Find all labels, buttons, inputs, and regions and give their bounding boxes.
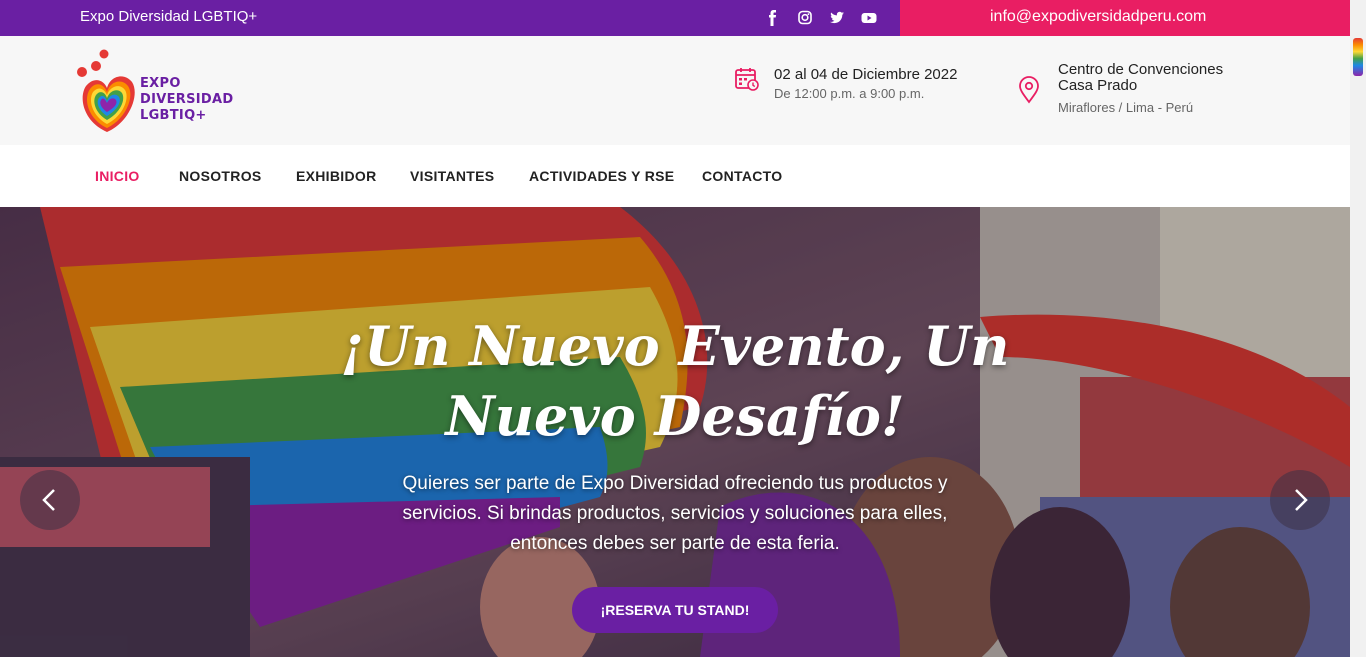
chevron-right-icon — [1295, 489, 1308, 511]
event-hours: De 12:00 p.m. a 9:00 p.m. — [774, 86, 925, 101]
top-bar: Expo Diversidad LGBTIQ+ info@expodiversi… — [0, 0, 1350, 36]
calendar-icon — [735, 68, 759, 91]
logo-line-diversidad: DIVERSIDAD — [140, 92, 234, 107]
nav-item-exhibidor[interactable]: EXHIBIDOR — [296, 168, 377, 184]
nav-item-actividades-rse[interactable]: ACTIVIDADES Y RSE — [529, 168, 674, 184]
logo-line-lgbtiq: LGBTIQ+ — [140, 108, 207, 123]
event-date-main: 02 al 04 de Diciembre 2022 — [774, 66, 958, 83]
reserve-stand-button[interactable]: ¡RESERVA TU STAND! — [572, 587, 778, 633]
youtube-icon[interactable] — [860, 10, 878, 26]
event-date-text: 02 al 04 de Diciembre 2022 De 12:00 p.m.… — [774, 66, 957, 101]
rainbow-heart-icon — [77, 49, 135, 132]
nav-item-inicio[interactable]: INICIO — [95, 168, 140, 184]
logo-line-expo: EXPO — [140, 76, 181, 91]
slider-next-button[interactable] — [1270, 470, 1330, 530]
nav-item-nosotros[interactable]: NOSOTROS — [179, 168, 262, 184]
contact-email-link[interactable]: info@expodiversidadperu.com — [990, 8, 1206, 26]
site-logo[interactable]: EXPO DIVERSIDAD LGBTIQ+ — [74, 48, 233, 138]
top-bar-brand: Expo Diversidad LGBTIQ+ — [80, 8, 258, 25]
event-date: 02 al 04 de Diciembre 2022 De 12:00 p.m.… — [734, 66, 957, 101]
page-scrollbar[interactable] — [1350, 0, 1366, 657]
event-city: Miraflores / Lima - Perú — [1058, 100, 1194, 115]
top-bar-left: Expo Diversidad LGBTIQ+ — [0, 0, 900, 36]
top-bar-right: info@expodiversidadperu.com — [900, 0, 1350, 36]
chevron-left-icon — [42, 489, 55, 511]
instagram-icon[interactable] — [796, 10, 814, 26]
hero-title: ¡Un Nuevo Evento, Un Nuevo Desafío! — [340, 314, 1010, 448]
logo-text: EXPO DIVERSIDAD LGBTIQ+ — [140, 76, 233, 124]
hero-description: Quieres ser parte de Expo Diversidad ofr… — [402, 473, 948, 554]
event-location: Centro de Convenciones Casa Prado Mirafl… — [1018, 62, 1258, 115]
main-nav: INICIO NOSOTROS EXHIBIDOR VISITANTES ACT… — [0, 145, 1350, 207]
scrollbar-thumb[interactable] — [1353, 38, 1363, 76]
info-header: EXPO DIVERSIDAD LGBTIQ+ 02 al 04 de Dici… — [0, 36, 1350, 145]
event-venue: Centro de Convenciones Casa Prado — [1058, 61, 1224, 94]
hero-slider: ¡Un Nuevo Evento, Un Nuevo Desafío! Quie… — [0, 207, 1350, 657]
location-pin-icon — [1019, 76, 1039, 104]
nav-item-contacto[interactable]: CONTACTO — [702, 168, 782, 184]
event-location-text: Centro de Convenciones Casa Prado Mirafl… — [1058, 61, 1258, 116]
social-links — [764, 10, 878, 26]
facebook-icon[interactable] — [764, 10, 782, 26]
slider-prev-button[interactable] — [20, 470, 80, 530]
nav-item-visitantes[interactable]: VISITANTES — [410, 168, 494, 184]
twitter-icon[interactable] — [828, 10, 846, 26]
